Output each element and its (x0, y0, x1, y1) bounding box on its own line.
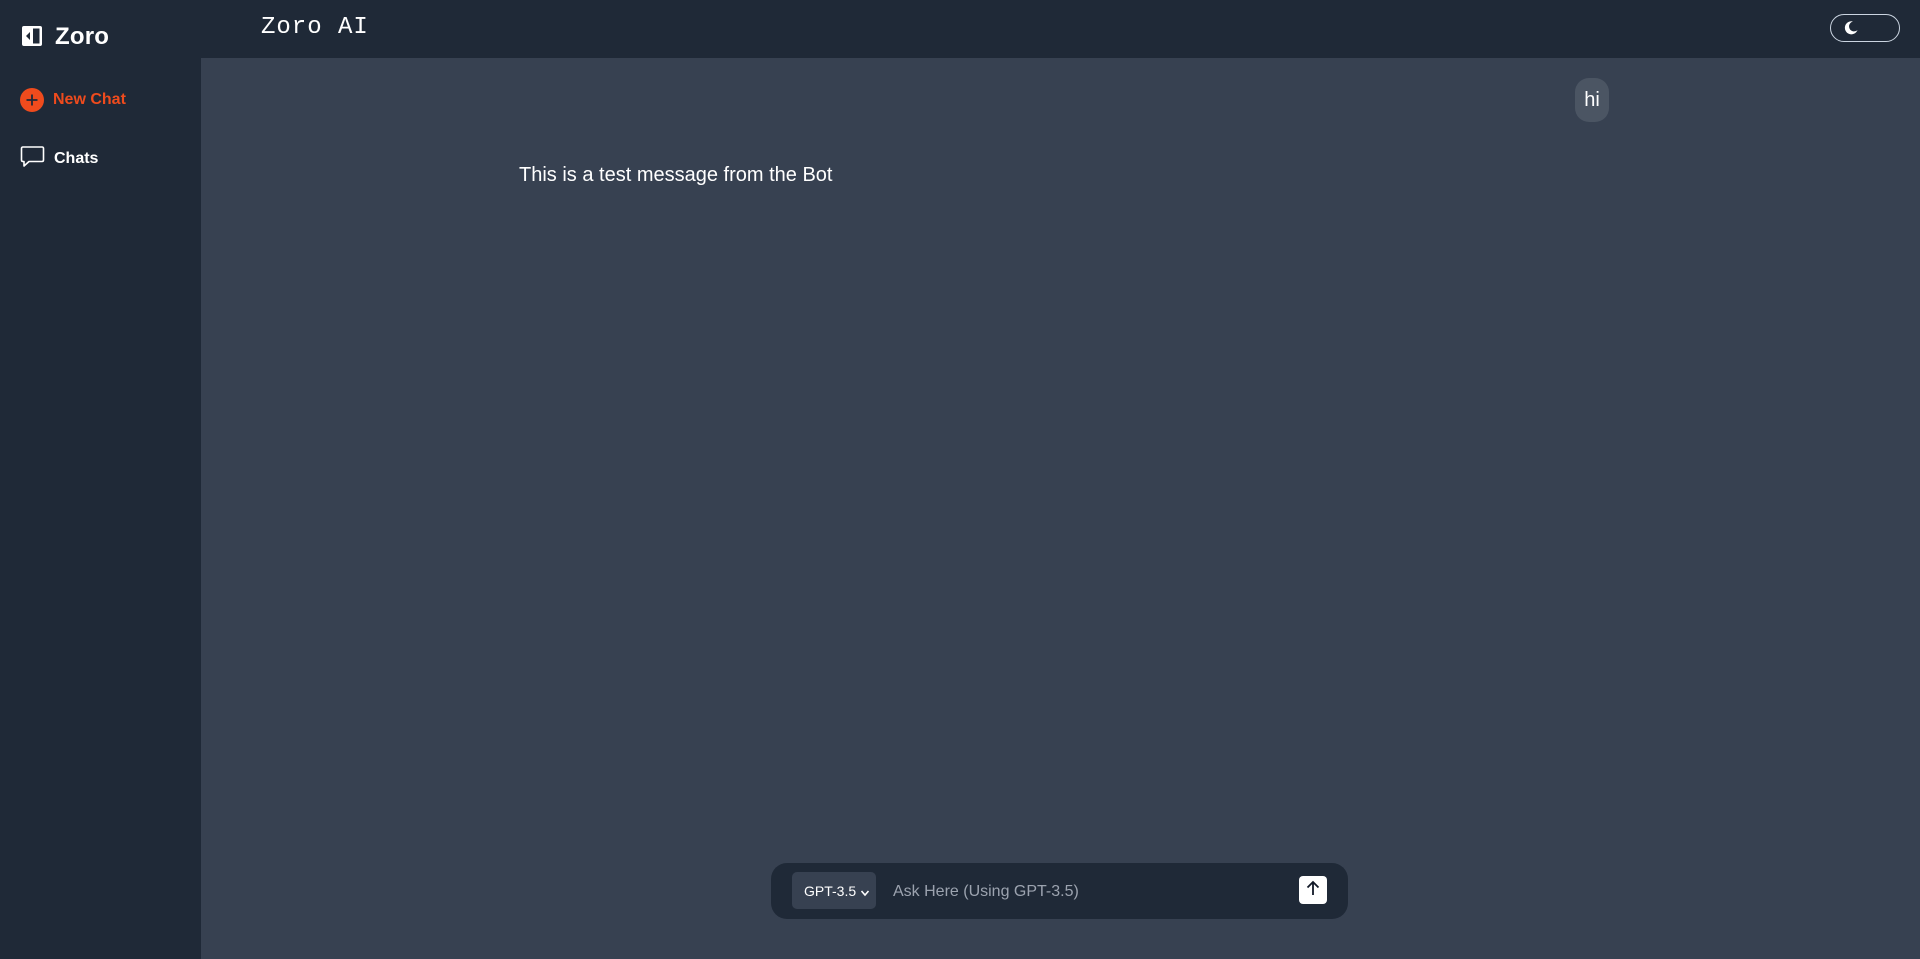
brand-name: Zoro (55, 23, 110, 50)
user-message: hi (1575, 78, 1609, 122)
chats-label: Chats (54, 150, 99, 167)
send-button[interactable] (1299, 876, 1327, 904)
new-chat-label: New Chat (53, 91, 126, 108)
plus-circle-icon (20, 88, 44, 112)
model-select[interactable]: GPT-3.5 (792, 872, 876, 909)
chat-bubble-icon (20, 145, 45, 173)
bot-message: This is a test message from the Bot (519, 164, 833, 186)
model-select-value: GPT-3.5 (804, 882, 857, 899)
sidebar-item-chats[interactable]: Chats (20, 145, 98, 173)
composer: GPT-3.5 (771, 863, 1348, 919)
arrow-up-icon (1306, 880, 1320, 901)
sidebar: Zoro New Chat Chats (0, 0, 201, 959)
app-title: Zoro AI (261, 14, 369, 41)
theme-toggle[interactable] (1830, 14, 1900, 42)
top-bar: Zoro AI (201, 0, 1920, 58)
prompt-input[interactable] (891, 872, 1295, 911)
sidebar-collapse-icon[interactable] (22, 26, 42, 48)
moon-icon (1843, 20, 1859, 41)
brand: Zoro (22, 23, 109, 51)
chevron-down-icon (860, 885, 870, 901)
new-chat-button[interactable]: New Chat (20, 88, 126, 112)
